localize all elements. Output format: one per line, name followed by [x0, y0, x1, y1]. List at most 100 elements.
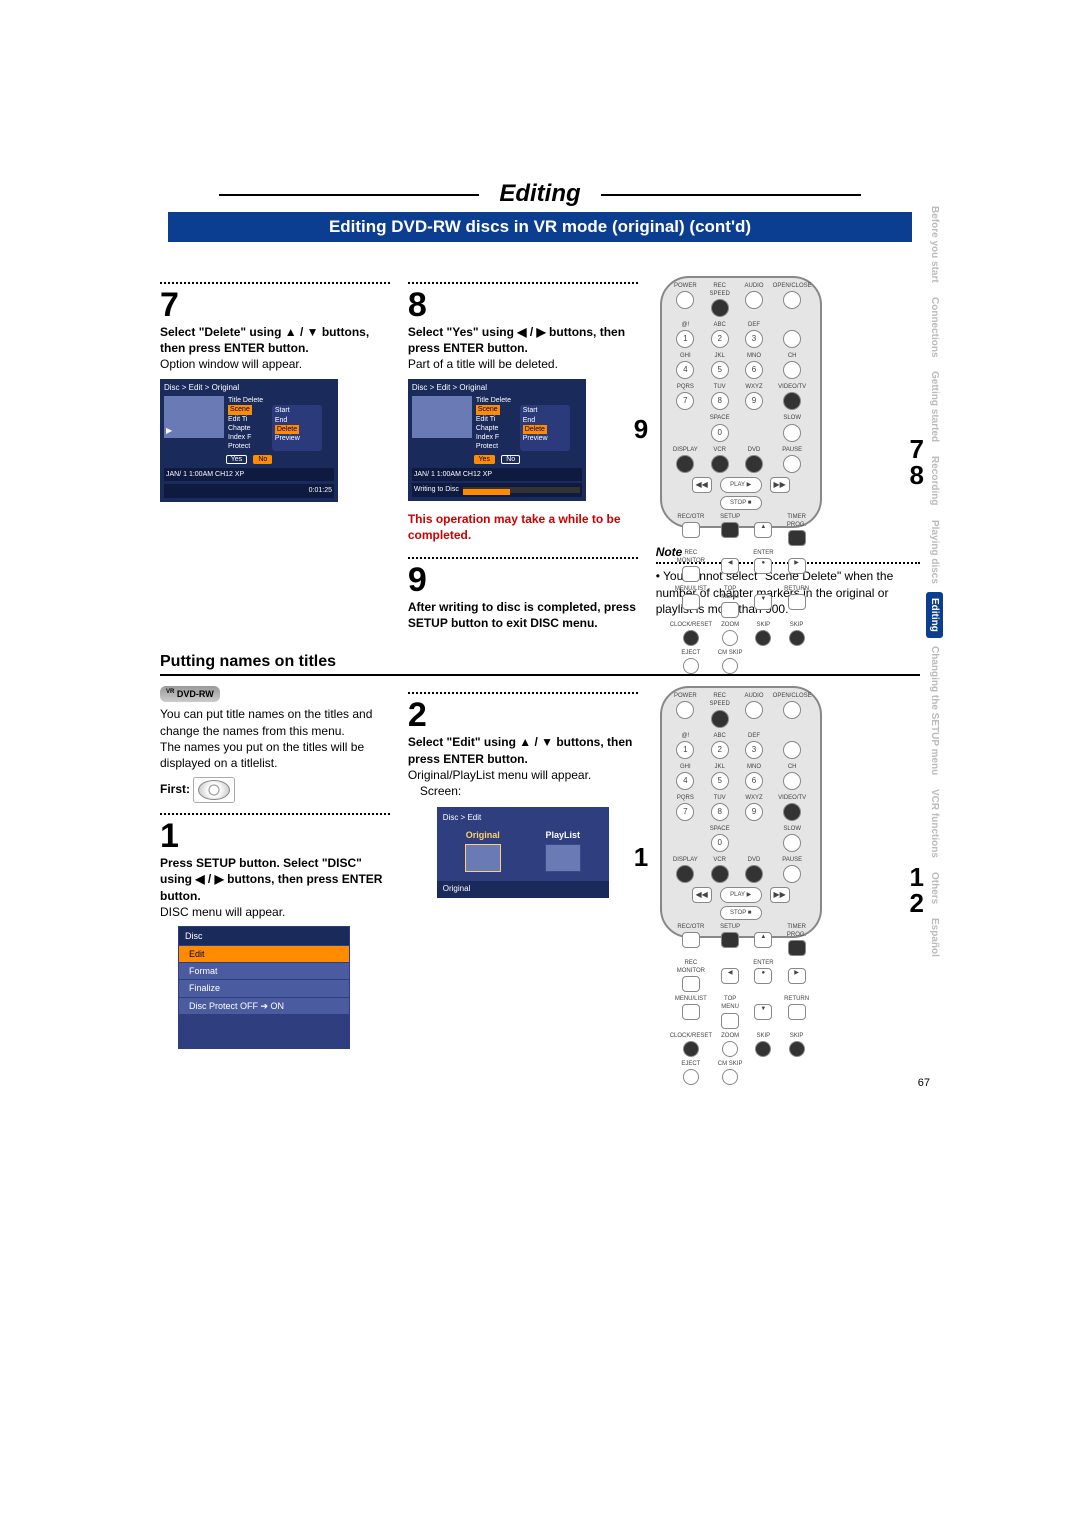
page-title: Editing: [479, 180, 600, 208]
osd-title-delete: Title Delete: [476, 396, 582, 405]
remote-menu-list-button: MENU/LIST: [670, 585, 712, 619]
osd-tile-original: Original: [465, 829, 501, 875]
step-8-warning: This operation may take a while to be co…: [408, 511, 638, 543]
step-number-8: 8: [408, 288, 638, 322]
osd-status: JAN/ 1 1:00AM CH12 XP: [414, 470, 492, 479]
tab-others[interactable]: Others: [926, 866, 943, 910]
osd-item: Edit Ti: [476, 416, 495, 423]
disc-menu-screenshot: Disc Edit Format Finalize Disc Protect O…: [178, 926, 350, 1049]
osd-footer: Original: [437, 881, 609, 898]
tab-espanol[interactable]: Español: [926, 912, 943, 963]
remote-display-button: DISPLAY: [670, 446, 701, 474]
remote-stop-button: STOP ■: [720, 496, 762, 510]
intro-text-2: The names you put on the titles will be …: [160, 739, 390, 771]
remote-rec-speed-button: REC SPEED: [704, 692, 735, 728]
remote-eject-button: EJECT: [670, 649, 712, 675]
page-subtitle: Editing DVD-RW discs in VR mode (origina…: [168, 212, 912, 242]
osd-timecode: 0:01:25: [309, 486, 332, 495]
osd-writing: Writing to Disc: [414, 485, 459, 494]
osd-item: End: [523, 417, 535, 424]
remote-digit-6: MNO6: [738, 352, 769, 380]
remote-top-menu-button: TOP MENU: [715, 585, 745, 619]
osd-item: Delete: [275, 425, 299, 434]
osd-item: Scene: [476, 405, 500, 414]
step-number-1: 1: [160, 819, 390, 853]
column-remote-top: POWER REC SPEED AUDIO OPEN/CLOSE @!1 ABC…: [656, 272, 920, 631]
remote-rec-monitor-button: REC MONITOR: [670, 549, 712, 583]
disc-icon: [198, 780, 230, 800]
remote-ch-up: [773, 321, 812, 349]
osd-item: Protect: [228, 443, 250, 450]
osd-no-button: No: [501, 455, 520, 464]
column-step-8-9: 8 Select "Yes" using ◀ / ▶ buttons, then…: [408, 272, 638, 631]
osd-item: Index F: [228, 434, 251, 441]
step-2-body: Original/PlayList menu will appear.: [408, 767, 638, 783]
remote-digit-7: PQRS7: [670, 383, 701, 411]
disc-menu-title: Disc: [179, 927, 349, 945]
osd-item: Edit Ti: [228, 416, 247, 423]
tab-playing-discs[interactable]: Playing discs: [926, 514, 943, 590]
osd-screenshot-step-8: Disc > Edit > Original Title Delete Scen…: [408, 379, 586, 501]
tab-editing[interactable]: Editing: [926, 592, 943, 638]
step-number-7: 7: [160, 288, 390, 322]
tab-setup-menu[interactable]: Changing the SETUP menu: [926, 640, 943, 781]
remote-ch-label: CH: [773, 352, 812, 380]
tab-before-you-start[interactable]: Before you start: [926, 200, 943, 289]
page-number: 67: [918, 1077, 930, 1089]
remote-digit-9: WXYZ9: [738, 383, 769, 411]
remote-pause-button: PAUSE: [773, 446, 812, 474]
tab-connections[interactable]: Connections: [926, 291, 943, 364]
remote-power-button: POWER: [670, 692, 701, 728]
column-step-7: 7 Select "Delete" using ▲ / ▼ buttons, t…: [160, 272, 390, 631]
osd-title-delete: Title Delete: [228, 396, 334, 405]
osd-item: Preview: [275, 435, 300, 442]
remote-digit-3: DEF3: [738, 321, 769, 349]
osd-yes-button: Yes: [474, 455, 495, 464]
remote-video-tv-button: VIDEO/TV: [773, 383, 812, 411]
osd-item: Protect: [476, 443, 498, 450]
remote-power-button: POWER: [670, 282, 701, 318]
osd-no-button: No: [253, 455, 272, 464]
osd-item: Start: [523, 407, 538, 414]
step-9-instruction: After writing to disc is completed, pres…: [408, 599, 638, 631]
osd-tile-playlist: PlayList: [545, 829, 581, 875]
tab-vcr-functions[interactable]: VCR functions: [926, 783, 943, 864]
remote-setup-button: SETUP: [715, 513, 745, 547]
remote-slow-button: SLOW: [773, 414, 812, 442]
side-tabs: Before you start Connections Getting sta…: [926, 200, 950, 965]
remote-play-button: PLAY ▶: [720, 477, 762, 493]
osd-item: Scene: [228, 405, 252, 414]
osd-yes-button: Yes: [226, 455, 247, 464]
remote-skip-fwd-button: SKIP: [781, 621, 811, 647]
osd-status: JAN/ 1 1:00AM CH12 XP: [166, 470, 244, 479]
step-7-body: Option window will appear.: [160, 356, 390, 372]
disc-menu-item-protect: Disc Protect OFF ➔ ON: [179, 997, 349, 1014]
remote-dvd-button: DVD: [738, 446, 769, 474]
tab-recording[interactable]: Recording: [926, 450, 943, 511]
remote-rew-button: ◀◀: [692, 477, 712, 493]
osd-item: Delete: [523, 425, 547, 434]
column-bottom-left: VR DVD-RW You can put title names on the…: [160, 682, 390, 1048]
osd-item: Preview: [523, 435, 548, 442]
osd-breadcrumb: Disc > Edit: [443, 813, 603, 824]
remote-left-button: ◀: [715, 549, 745, 583]
remote-clock-reset-button: CLOCK/RESET: [670, 621, 712, 647]
remote-return-button: RETURN: [781, 585, 811, 619]
intro-text-1: You can put title names on the titles an…: [160, 706, 390, 738]
step-number-2: 2: [408, 698, 638, 732]
osd-item: End: [275, 417, 287, 424]
dvd-rw-badge: VR DVD-RW: [160, 686, 220, 702]
disc-menu-item-format: Format: [179, 962, 349, 979]
remote-rec-speed-button: REC SPEED: [704, 282, 735, 318]
remote-digit-5: JKL5: [704, 352, 735, 380]
remote-down-button: ▼: [748, 585, 778, 619]
tab-getting-started[interactable]: Getting started: [926, 365, 943, 448]
osd-item: Index F: [476, 434, 499, 441]
remote-right-button: ▶: [781, 549, 811, 583]
osd-screenshot-step-7: Disc > Edit > Original ▶ Title Delete Sc…: [160, 379, 338, 502]
remote-digit-0: SPACE0: [704, 414, 735, 442]
remote-skip-back-button: SKIP: [748, 621, 778, 647]
step-2-instruction: Select "Edit" using ▲ / ▼ buttons, then …: [408, 734, 638, 766]
callout-8: 8: [910, 458, 924, 493]
disc-menu-item-edit: Edit: [179, 945, 349, 962]
